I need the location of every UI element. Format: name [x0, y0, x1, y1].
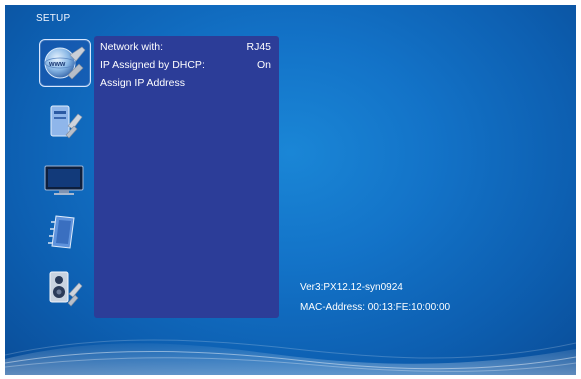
sidebar-item-audio[interactable]	[39, 265, 89, 311]
version-text: Ver3:PX12.12-syn0924	[300, 282, 403, 293]
network-with-label: Network with:	[100, 41, 164, 53]
setup-screen: SETUP www Network with: RJ45 IP Assigned…	[5, 5, 576, 375]
setup-category-list: www	[39, 39, 93, 323]
mac-address-text: MAC-Address: 00:13:FE:10:00:00	[300, 302, 451, 313]
svg-text:www: www	[48, 61, 66, 68]
sidebar-item-system[interactable]	[39, 99, 89, 145]
assign-ip-label: Assign IP Address	[100, 77, 186, 89]
network-with-row[interactable]: Network with: RJ45	[100, 39, 271, 55]
sidebar-item-preferences[interactable]	[39, 209, 89, 255]
dhcp-label: IP Assigned by DHCP:	[100, 59, 205, 71]
display-setup-icon	[44, 165, 84, 195]
sidebar-item-network[interactable]: www	[39, 39, 91, 87]
network-with-value: RJ45	[246, 41, 271, 53]
page-title: SETUP	[36, 13, 71, 24]
network-setup-icon: www	[44, 46, 86, 80]
network-settings-panel: Network with: RJ45 IP Assigned by DHCP: …	[94, 36, 279, 318]
dhcp-row[interactable]: IP Assigned by DHCP: On	[100, 57, 271, 73]
decorative-wave	[5, 339, 576, 375]
system-setup-icon	[50, 105, 83, 139]
preferences-setup-icon	[48, 215, 75, 249]
dhcp-value: On	[256, 59, 271, 71]
assign-ip-row[interactable]: Assign IP Address	[100, 75, 271, 91]
audio-setup-icon	[49, 271, 83, 307]
sidebar-item-display[interactable]	[39, 156, 89, 202]
